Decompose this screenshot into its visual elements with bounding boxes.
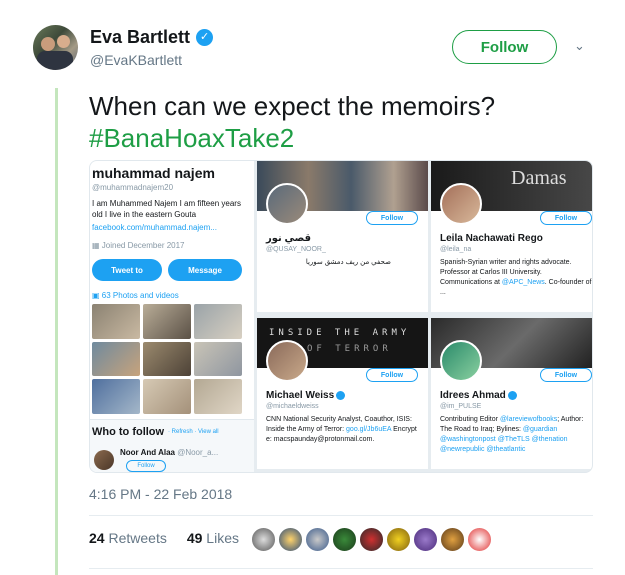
author-handle[interactable]: @EvaKBartlett: [90, 52, 182, 68]
suggestion-follow-button: Follow: [126, 460, 166, 472]
profile-panel: muhammad najem @muhammadnajem20 I am Muh…: [90, 161, 254, 472]
follow-button[interactable]: Follow: [452, 30, 557, 64]
likes-stat[interactable]: 49 Likes: [187, 530, 239, 546]
card-bio: Contributing Editor @lareviewofbooks; Au…: [440, 416, 584, 453]
card-handle: @im_PULSE: [440, 403, 482, 410]
tweet-media-image[interactable]: muhammad najem @muhammadnajem20 I am Muh…: [89, 160, 593, 473]
liker-avatar[interactable]: [440, 527, 465, 552]
verified-badge-icon: ✓: [196, 29, 214, 46]
verified-icon: [336, 390, 346, 400]
tweet-text: When can we expect the memoirs? #BanaHoa…: [89, 90, 495, 154]
card-avatar: [266, 340, 308, 382]
suggestion-name: Noor And Alaa @Noor_a...: [120, 448, 219, 457]
profile-bio: I am Muhammed Najem I am fifteen years o…: [92, 199, 241, 219]
card-name: Idrees Ahmad: [440, 390, 517, 401]
card-follow-button: Follow: [540, 211, 592, 225]
card-handle: @QUSAY_NOOR_: [266, 246, 326, 253]
profile-card: Follow Idrees Ahmad @im_PULSE Contributi…: [431, 318, 592, 469]
liker-avatar[interactable]: [332, 527, 357, 552]
calendar-icon: ▦: [92, 241, 102, 250]
liker-avatar[interactable]: [413, 527, 438, 552]
card-handle: @leila_na: [440, 246, 472, 253]
liker-avatar[interactable]: [305, 527, 330, 552]
verified-icon: [507, 390, 517, 400]
card-name: Michael Weiss: [266, 390, 346, 401]
tweet-stats: 24 Retweets 49 Likes: [89, 530, 239, 546]
card-name: Leila Nachawati Rego: [440, 233, 543, 244]
tweet-body: When can we expect the memoirs?: [89, 91, 496, 121]
banner-line-2: OF TERROR: [307, 344, 392, 354]
photo-grid: [92, 304, 242, 414]
profile-card: Damas Follow Leila Nachawati Rego @leila…: [431, 161, 592, 312]
card-bio: Spanish-Syrian writer and rights advocat…: [440, 259, 592, 296]
liker-avatars: [251, 527, 492, 552]
author-name[interactable]: Eva Bartlett ✓: [90, 27, 214, 48]
liker-avatar[interactable]: [359, 527, 384, 552]
liker-avatar[interactable]: [386, 527, 411, 552]
hashtag-link[interactable]: #BanaHoaxTake2: [89, 122, 495, 154]
author-avatar[interactable]: [33, 25, 78, 70]
photos-videos-link: ▣ 63 Photos and videos: [92, 291, 179, 300]
profile-card: INSIDE THE ARMY OF TERROR Follow Michael…: [257, 318, 428, 469]
card-avatar: [266, 183, 308, 225]
tweet-to-button: Tweet to: [92, 259, 162, 281]
profile-card: Follow قصي نور @QUSAY_NOOR_ صحفي من ريف …: [257, 161, 428, 312]
liker-avatar[interactable]: [467, 527, 492, 552]
card-follow-button: Follow: [366, 368, 418, 382]
banner-text: Damas: [511, 167, 567, 189]
card-bio: صحفي من ريف دمشق سوريا: [305, 259, 391, 266]
who-to-follow-links: · Refresh · View all: [168, 429, 219, 435]
liker-avatar[interactable]: [278, 527, 303, 552]
card-handle: @michaeldweiss: [266, 403, 319, 410]
author-name-text[interactable]: Eva Bartlett: [90, 27, 190, 48]
who-to-follow-title: Who to follow: [92, 426, 165, 438]
profile-handle: @muhammadnajem20: [92, 183, 174, 192]
card-bio: CNN National Security Analyst, Coauthor,…: [266, 416, 417, 443]
liker-avatar[interactable]: [251, 527, 276, 552]
chevron-down-icon[interactable]: ⌄: [574, 38, 585, 54]
profile-joined: ▦ Joined December 2017: [92, 241, 185, 250]
divider: [89, 515, 593, 516]
banner-line-1: INSIDE THE ARMY: [269, 328, 411, 338]
card-avatar: [440, 183, 482, 225]
card-avatar: [440, 340, 482, 382]
profile-name: muhammad najem: [92, 165, 215, 181]
photo-icon: ▣: [92, 291, 102, 300]
divider: [89, 568, 593, 569]
retweets-stat[interactable]: 24 Retweets: [89, 530, 167, 546]
card-follow-button: Follow: [366, 211, 418, 225]
card-follow-button: Follow: [540, 368, 592, 382]
card-name: قصي نور: [266, 233, 312, 244]
profile-link: facebook.com/muhammad.najem...: [92, 223, 217, 232]
message-button: Message: [168, 259, 242, 281]
suggestion-avatar: [94, 450, 114, 470]
thread-line: [55, 88, 58, 575]
who-to-follow: Who to follow · Refresh · View all Noor …: [90, 419, 254, 472]
tweet-timestamp[interactable]: 4:16 PM - 22 Feb 2018: [89, 486, 232, 502]
